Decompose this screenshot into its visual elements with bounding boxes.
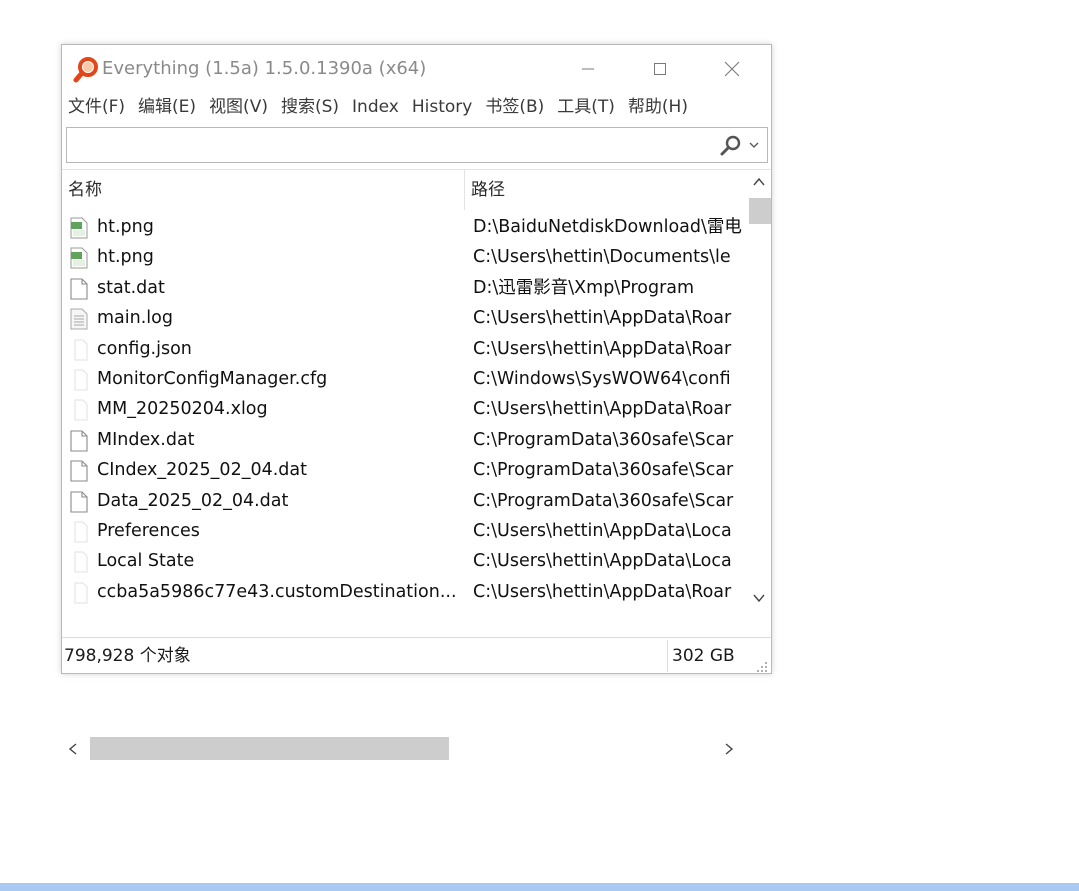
table-row[interactable]: Local State C:\Users\hettin\AppData\Loca (62, 546, 745, 576)
table-row[interactable]: config.json C:\Users\hettin\AppData\Roar (62, 334, 745, 364)
object-count: 798,928 个对象 (64, 646, 191, 666)
title-bar[interactable]: Everything (1.5a) 1.5.0.1390a (x64) (62, 45, 771, 93)
menu-search[interactable]: 搜索(S) (281, 93, 339, 121)
row-file-path: C:\Users\hettin\AppData\Roar (473, 399, 732, 420)
row-file-name: MonitorConfigManager.cfg (97, 368, 328, 389)
horizontal-scroll-thumb[interactable] (90, 737, 449, 760)
table-row[interactable]: MonitorConfigManager.cfg C:\Windows\SysWO… (62, 364, 745, 394)
status-bar: 798,928 个对象 302 GB (62, 637, 771, 673)
table-row[interactable]: Data_2025_02_04.dat C:\ProgramData\360saf… (62, 486, 745, 516)
search-box (66, 127, 768, 163)
row-file-name: stat.dat (97, 277, 165, 298)
file-icon (69, 490, 89, 513)
row-file-path: C:\Users\hettin\AppData\Roar (473, 308, 732, 329)
row-file-path: C:\ProgramData\360safe\Scar (473, 429, 734, 450)
png-file-icon (69, 217, 89, 239)
menu-tools[interactable]: 工具(T) (557, 93, 615, 121)
table-row[interactable]: Preferences C:\Users\hettin\AppData\Loca (62, 516, 745, 546)
menu-history[interactable]: History (412, 93, 472, 121)
table-row[interactable]: ht.png C:\Users\hettin\Documents\le (62, 242, 745, 272)
taskbar-strip (0, 883, 1079, 891)
blank-file-icon (69, 521, 89, 543)
search-input[interactable] (71, 132, 715, 160)
horizontal-scrollbar[interactable] (62, 736, 771, 760)
minimize-button[interactable] (552, 45, 624, 93)
blank-file-icon (69, 551, 89, 573)
vertical-scrollbar[interactable] (746, 170, 771, 608)
blank-file-icon (69, 369, 89, 391)
row-file-name: ht.png (97, 217, 154, 237)
png-file-icon (69, 247, 89, 269)
menu-edit[interactable]: 编辑(E) (138, 93, 196, 121)
maximize-button[interactable] (624, 45, 696, 93)
row-file-name: config.json (97, 338, 192, 359)
row-file-path: D:\迅雷影音\Xmp\Program (473, 277, 695, 298)
row-file-path: C:\Users\hettin\AppData\Loca (473, 520, 732, 541)
scroll-up-icon[interactable] (750, 174, 768, 188)
desktop: Everything (1.5a) 1.5.0.1390a (x64) 文件(F… (0, 0, 1079, 891)
blank-file-icon (69, 339, 89, 361)
table-row[interactable]: ccba5a5986c77e43.customDestination... C:\… (62, 577, 745, 607)
table-row[interactable]: main.log C:\Users\hettin\AppData\Roar (62, 303, 745, 333)
magnifier-app-icon (72, 56, 100, 84)
row-file-name: Local State (97, 551, 195, 572)
table-row[interactable]: MM_20250204.xlog C:\Users\hettin\AppData\… (62, 394, 745, 424)
close-button[interactable] (696, 45, 768, 93)
table-row[interactable]: stat.dat D:\迅雷影音\Xmp\Program (62, 273, 745, 303)
row-file-path: C:\Windows\SysWOW64\confi (473, 368, 731, 389)
file-icon (69, 430, 89, 452)
row-file-name: ht.png (97, 247, 154, 268)
row-file-path: C:\Users\hettin\AppData\Roar (473, 338, 732, 359)
resize-grip-icon[interactable] (756, 658, 768, 672)
window-title: Everything (1.5a) 1.5.0.1390a (x64) (102, 58, 427, 79)
menu-bar: 文件(F) 编辑(E) 视图(V) 搜索(S) Index History 书签… (62, 93, 771, 121)
scroll-down-icon[interactable] (750, 590, 768, 604)
row-file-path: C:\ProgramData\360safe\Scar (473, 490, 734, 511)
row-file-path: D:\BaiduNetdiskDownload\雷电 (473, 217, 742, 237)
column-header-path[interactable]: 路径 (465, 170, 745, 210)
row-file-name: MM_20250204.xlog (97, 399, 268, 420)
menu-help[interactable]: 帮助(H) (628, 93, 688, 121)
row-file-name: MIndex.dat (97, 429, 195, 450)
row-file-path: C:\Users\hettin\AppData\Loca (473, 551, 732, 572)
file-icon (69, 460, 89, 482)
row-file-name: main.log (97, 308, 173, 329)
scroll-right-icon[interactable] (722, 741, 736, 757)
results-list: 名称 路径 ht.png D:\BaiduNetdiskDownload\雷电 ht… (62, 169, 771, 760)
column-header-name[interactable]: 名称 (62, 170, 464, 210)
total-size: 302 GB (672, 646, 735, 666)
menu-file[interactable]: 文件(F) (68, 93, 125, 121)
menu-view[interactable]: 视图(V) (209, 93, 268, 121)
result-rows: ht.png D:\BaiduNetdiskDownload\雷电 ht.png C:… (62, 212, 745, 608)
table-row[interactable]: MIndex.dat C:\ProgramData\360safe\Scar (62, 425, 745, 455)
table-row[interactable]: CIndex_2025_02_04.dat C:\ProgramData\360s… (62, 455, 745, 485)
close-icon (724, 61, 740, 77)
menu-bookmarks[interactable]: 书签(B) (485, 93, 544, 121)
table-row[interactable]: ht.png D:\BaiduNetdiskDownload\雷电 (62, 212, 745, 242)
everything-window: Everything (1.5a) 1.5.0.1390a (x64) 文件(F… (61, 44, 772, 760)
blank-file-icon (69, 399, 89, 421)
row-file-path: C:\ProgramData\360safe\Scar (473, 460, 734, 481)
row-file-name: CIndex_2025_02_04.dat (97, 460, 307, 481)
status-divider (667, 640, 668, 672)
chevron-down-icon[interactable] (747, 137, 761, 153)
file-icon (69, 278, 89, 300)
scroll-left-icon[interactable] (66, 741, 80, 757)
vertical-scroll-thumb[interactable] (749, 198, 771, 224)
blank-file-icon (69, 582, 89, 604)
search-icon[interactable] (719, 134, 743, 158)
row-file-path: C:\Users\hettin\AppData\Roar (473, 581, 732, 602)
row-file-name: ccba5a5986c77e43.customDestination... (97, 581, 457, 602)
text-file-icon (69, 308, 89, 330)
menu-index[interactable]: Index (352, 93, 399, 121)
minimize-icon (582, 68, 594, 70)
maximize-icon (654, 63, 666, 75)
row-file-path: C:\Users\hettin\Documents\le (473, 247, 731, 268)
row-file-name: Data_2025_02_04.dat (97, 490, 289, 511)
row-file-name: Preferences (97, 520, 200, 541)
